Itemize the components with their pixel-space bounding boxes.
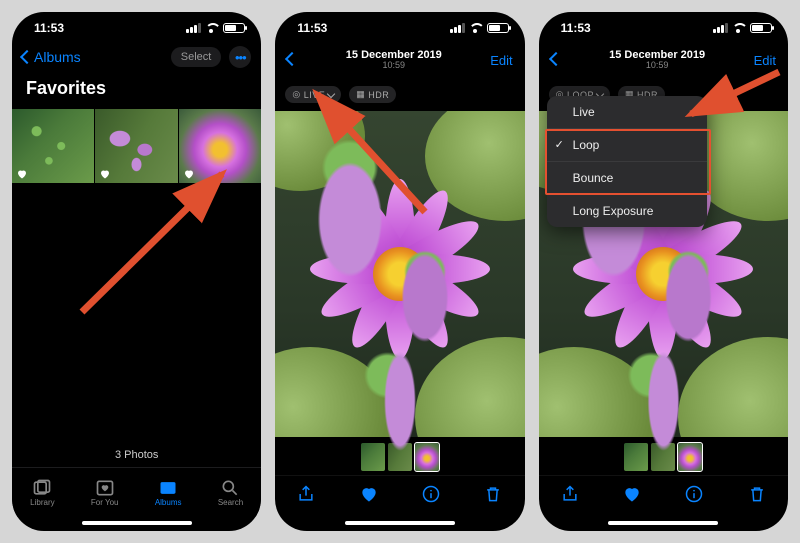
photo-thumbnail[interactable] (12, 109, 95, 183)
phone-screen-favorites: 11:53 Albums Select ••• Favorites (12, 12, 261, 531)
tab-label: For You (91, 498, 119, 507)
filmstrip[interactable] (275, 437, 524, 475)
checkmark-icon: ✓ (555, 138, 564, 151)
battery-icon (223, 23, 245, 33)
photo-thumbnail[interactable] (179, 109, 261, 183)
cellular-icon (186, 23, 201, 33)
home-indicator[interactable] (82, 521, 192, 525)
status-icons (186, 23, 245, 33)
filmstrip[interactable] (539, 437, 788, 475)
tab-albums[interactable]: Albums (155, 478, 182, 507)
nav-bar: Albums Select ••• (12, 40, 261, 74)
search-icon (220, 478, 240, 496)
favorite-heart-icon (99, 167, 111, 179)
ellipsis-icon: ••• (235, 50, 246, 65)
tab-for-you[interactable]: For You (91, 478, 119, 507)
phone-screen-photo-live: 11:53 15 December 2019 10:59 Edit ◎ LIVE (275, 12, 524, 531)
wifi-icon (205, 23, 219, 33)
tab-bar: Library For You Albums Search (12, 467, 261, 517)
tab-library[interactable]: Library (30, 478, 54, 507)
photo-grid (12, 109, 261, 183)
more-button[interactable]: ••• (229, 46, 251, 68)
menu-item-live[interactable]: Live (547, 96, 707, 129)
menu-label: Bounce (573, 171, 614, 185)
back-button[interactable]: Albums (22, 49, 81, 65)
clock: 11:53 (34, 21, 64, 35)
favorite-heart-icon (16, 167, 28, 179)
tab-label: Library (30, 498, 54, 507)
tab-label: Search (218, 498, 243, 507)
heart-rect-icon (95, 478, 115, 496)
tab-search[interactable]: Search (218, 478, 243, 507)
chevron-left-icon (20, 50, 34, 64)
filmstrip-thumb[interactable] (651, 443, 675, 471)
menu-label: Live (573, 105, 595, 119)
select-button[interactable]: Select (171, 47, 222, 67)
tab-label: Albums (155, 498, 182, 507)
page-title: Favorites (12, 74, 261, 109)
menu-label: Long Exposure (573, 204, 654, 218)
filmstrip-thumb[interactable] (388, 443, 412, 471)
back-label: Albums (34, 49, 81, 65)
library-icon (32, 478, 52, 496)
live-effect-menu: Live ✓ Loop Bounce Long Exposure (547, 96, 707, 227)
favorite-heart-icon (183, 167, 195, 179)
menu-label: Loop (573, 138, 600, 152)
status-bar: 11:53 (12, 12, 261, 40)
photo-count: 3 Photos (12, 443, 261, 467)
phone-screen-live-menu: 11:53 15 December 2019 10:59 Edit ◎ LOOP (539, 12, 788, 531)
albums-icon (158, 478, 178, 496)
menu-item-long-exposure[interactable]: Long Exposure (547, 195, 707, 227)
photo-thumbnail[interactable] (95, 109, 178, 183)
menu-item-loop[interactable]: ✓ Loop (547, 129, 707, 162)
menu-item-bounce[interactable]: Bounce (547, 162, 707, 195)
